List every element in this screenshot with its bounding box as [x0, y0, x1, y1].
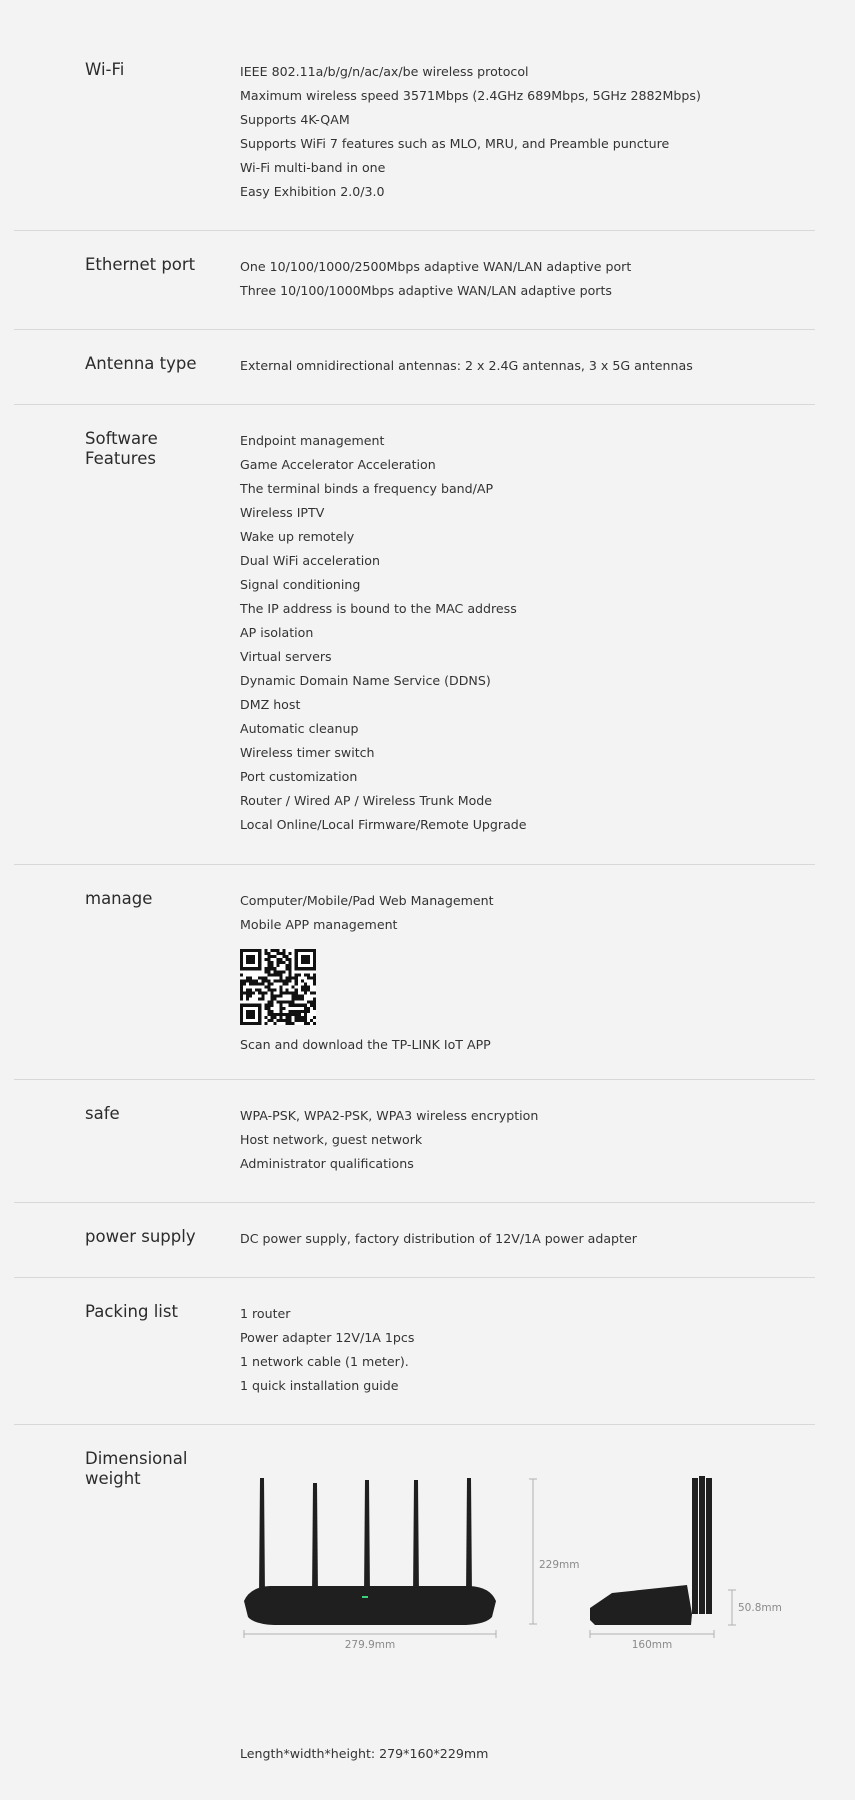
- section-power: power supply DC power supply, factory di…: [14, 1227, 815, 1278]
- router-body-icon: [244, 1586, 496, 1625]
- section-label-line: Features: [85, 449, 156, 468]
- list-item: Wake up remotely: [240, 529, 355, 544]
- list-item: One 10/100/1000/2500Mbps adaptive WAN/LA…: [240, 259, 632, 274]
- list-item: DMZ host: [240, 697, 301, 712]
- section-label-line: Software: [85, 429, 158, 448]
- list-item: Maximum wireless speed 3571Mbps (2.4GHz …: [240, 88, 701, 103]
- ethernet-list: One 10/100/1000/2500Mbps adaptive WAN/LA…: [240, 255, 800, 303]
- side-depth-label: 160mm: [632, 1639, 673, 1651]
- list-item: Three 10/100/1000Mbps adaptive WAN/LAN a…: [240, 283, 612, 298]
- list-item: Computer/Mobile/Pad Web Management: [240, 893, 494, 908]
- list-item: Endpoint management: [240, 433, 385, 448]
- section-safe: safe WPA-PSK, WPA2-PSK, WPA3 wireless en…: [14, 1104, 815, 1203]
- section-manage: manage Computer/Mobile/Pad Web Managemen…: [14, 889, 815, 1080]
- antenna-icon: [364, 1480, 370, 1597]
- router-dimension-diagram: 229mm 279.9mm 50.8mm 160mm: [243, 1476, 782, 1651]
- list-item: External omnidirectional antennas: 2 x 2…: [240, 358, 693, 373]
- router-front-view: [244, 1478, 496, 1625]
- antenna-icon: [259, 1478, 265, 1597]
- list-item: Wireless timer switch: [240, 745, 375, 760]
- list-item: Virtual servers: [240, 649, 332, 664]
- list-item: Host network, guest network: [240, 1132, 423, 1147]
- router-side-view: [590, 1476, 712, 1625]
- list-item: Router / Wired AP / Wireless Trunk Mode: [240, 793, 493, 808]
- list-item: IEEE 802.11a/b/g/n/ac/ax/be wireless pro…: [240, 64, 529, 79]
- list-item: 1 router: [240, 1306, 291, 1321]
- list-item: DC power supply, factory distribution of…: [240, 1231, 637, 1246]
- list-item: Automatic cleanup: [240, 721, 359, 736]
- list-item: Wireless IPTV: [240, 505, 325, 520]
- list-item: AP isolation: [240, 625, 314, 640]
- section-antenna: Antenna type External omnidirectional an…: [14, 354, 815, 405]
- list-item: Supports WiFi 7 features such as MLO, MR…: [240, 136, 670, 151]
- section-label-software: Software Features: [85, 429, 205, 469]
- packing-list: 1 router Power adapter 12V/1A 1pcs 1 net…: [240, 1302, 800, 1398]
- qr-caption: Scan and download the TP-LINK IoT APP: [240, 1037, 491, 1052]
- list-item: Local Online/Local Firmware/Remote Upgra…: [240, 817, 527, 832]
- section-label-dimensions: Dimensional weight: [85, 1449, 205, 1489]
- section-label-line: weight: [85, 1469, 141, 1488]
- section-packing: Packing list 1 router Power adapter 12V/…: [14, 1302, 815, 1425]
- status-led-icon: [362, 1596, 368, 1598]
- list-item: The IP address is bound to the MAC addre…: [240, 601, 517, 616]
- section-software: Software Features Endpoint management Ga…: [14, 429, 815, 865]
- list-item: Mobile APP management: [240, 917, 398, 932]
- list-item: Port customization: [240, 769, 358, 784]
- front-width-label: 279.9mm: [345, 1639, 396, 1651]
- antenna-list: External omnidirectional antennas: 2 x 2…: [240, 354, 800, 378]
- spec-page: Wi-Fi IEEE 802.11a/b/g/n/ac/ax/be wirele…: [0, 0, 855, 1800]
- section-label-packing: Packing list: [85, 1302, 178, 1321]
- safe-list: WPA-PSK, WPA2-PSK, WPA3 wireless encrypt…: [240, 1104, 800, 1176]
- section-label-wifi: Wi-Fi: [85, 60, 125, 79]
- antenna-icon: [413, 1480, 419, 1597]
- list-item: Administrator qualifications: [240, 1156, 414, 1171]
- section-dimensions: Dimensional weight 229mm 279.9mm 50.8mm …: [14, 1449, 815, 1789]
- power-list: DC power supply, factory distribution of…: [240, 1227, 800, 1251]
- section-ethernet: Ethernet port One 10/100/1000/2500Mbps a…: [14, 255, 815, 330]
- dimension-summary: Length*width*height: 279*160*229mm: [240, 1746, 489, 1761]
- list-item: The terminal binds a frequency band/AP: [240, 481, 494, 496]
- manage-list: Computer/Mobile/Pad Web Management Mobil…: [240, 889, 800, 1057]
- qr-code-icon[interactable]: [240, 949, 316, 1025]
- section-label-antenna: Antenna type: [85, 354, 197, 373]
- list-item: Dynamic Domain Name Service (DDNS): [240, 673, 491, 688]
- antenna-icon: [312, 1483, 318, 1597]
- list-item: Power adapter 12V/1A 1pcs: [240, 1330, 415, 1345]
- list-item: Dual WiFi acceleration: [240, 553, 380, 568]
- section-label-ethernet: Ethernet port: [85, 255, 196, 274]
- list-item: Easy Exhibition 2.0/3.0: [240, 184, 385, 199]
- front-height-label: 229mm: [539, 1559, 580, 1571]
- section-label-manage: manage: [85, 889, 153, 908]
- section-label-power: power supply: [85, 1227, 196, 1246]
- wifi-list: IEEE 802.11a/b/g/n/ac/ax/be wireless pro…: [240, 60, 800, 204]
- software-list: Endpoint management Game Accelerator Acc…: [240, 429, 800, 837]
- side-height-label: 50.8mm: [738, 1602, 782, 1614]
- list-item: 1 quick installation guide: [240, 1378, 399, 1393]
- section-wifi: Wi-Fi IEEE 802.11a/b/g/n/ac/ax/be wirele…: [14, 60, 815, 231]
- list-item: Signal conditioning: [240, 577, 361, 592]
- section-label-line: Dimensional: [85, 1449, 188, 1468]
- list-item: Wi-Fi multi-band in one: [240, 160, 386, 175]
- list-item: 1 network cable (1 meter).: [240, 1354, 409, 1369]
- section-label-safe: safe: [85, 1104, 120, 1123]
- list-item: WPA-PSK, WPA2-PSK, WPA3 wireless encrypt…: [240, 1108, 539, 1123]
- antenna-icon: [466, 1478, 472, 1597]
- list-item: Game Accelerator Acceleration: [240, 457, 436, 472]
- list-item: Supports 4K-QAM: [240, 112, 350, 127]
